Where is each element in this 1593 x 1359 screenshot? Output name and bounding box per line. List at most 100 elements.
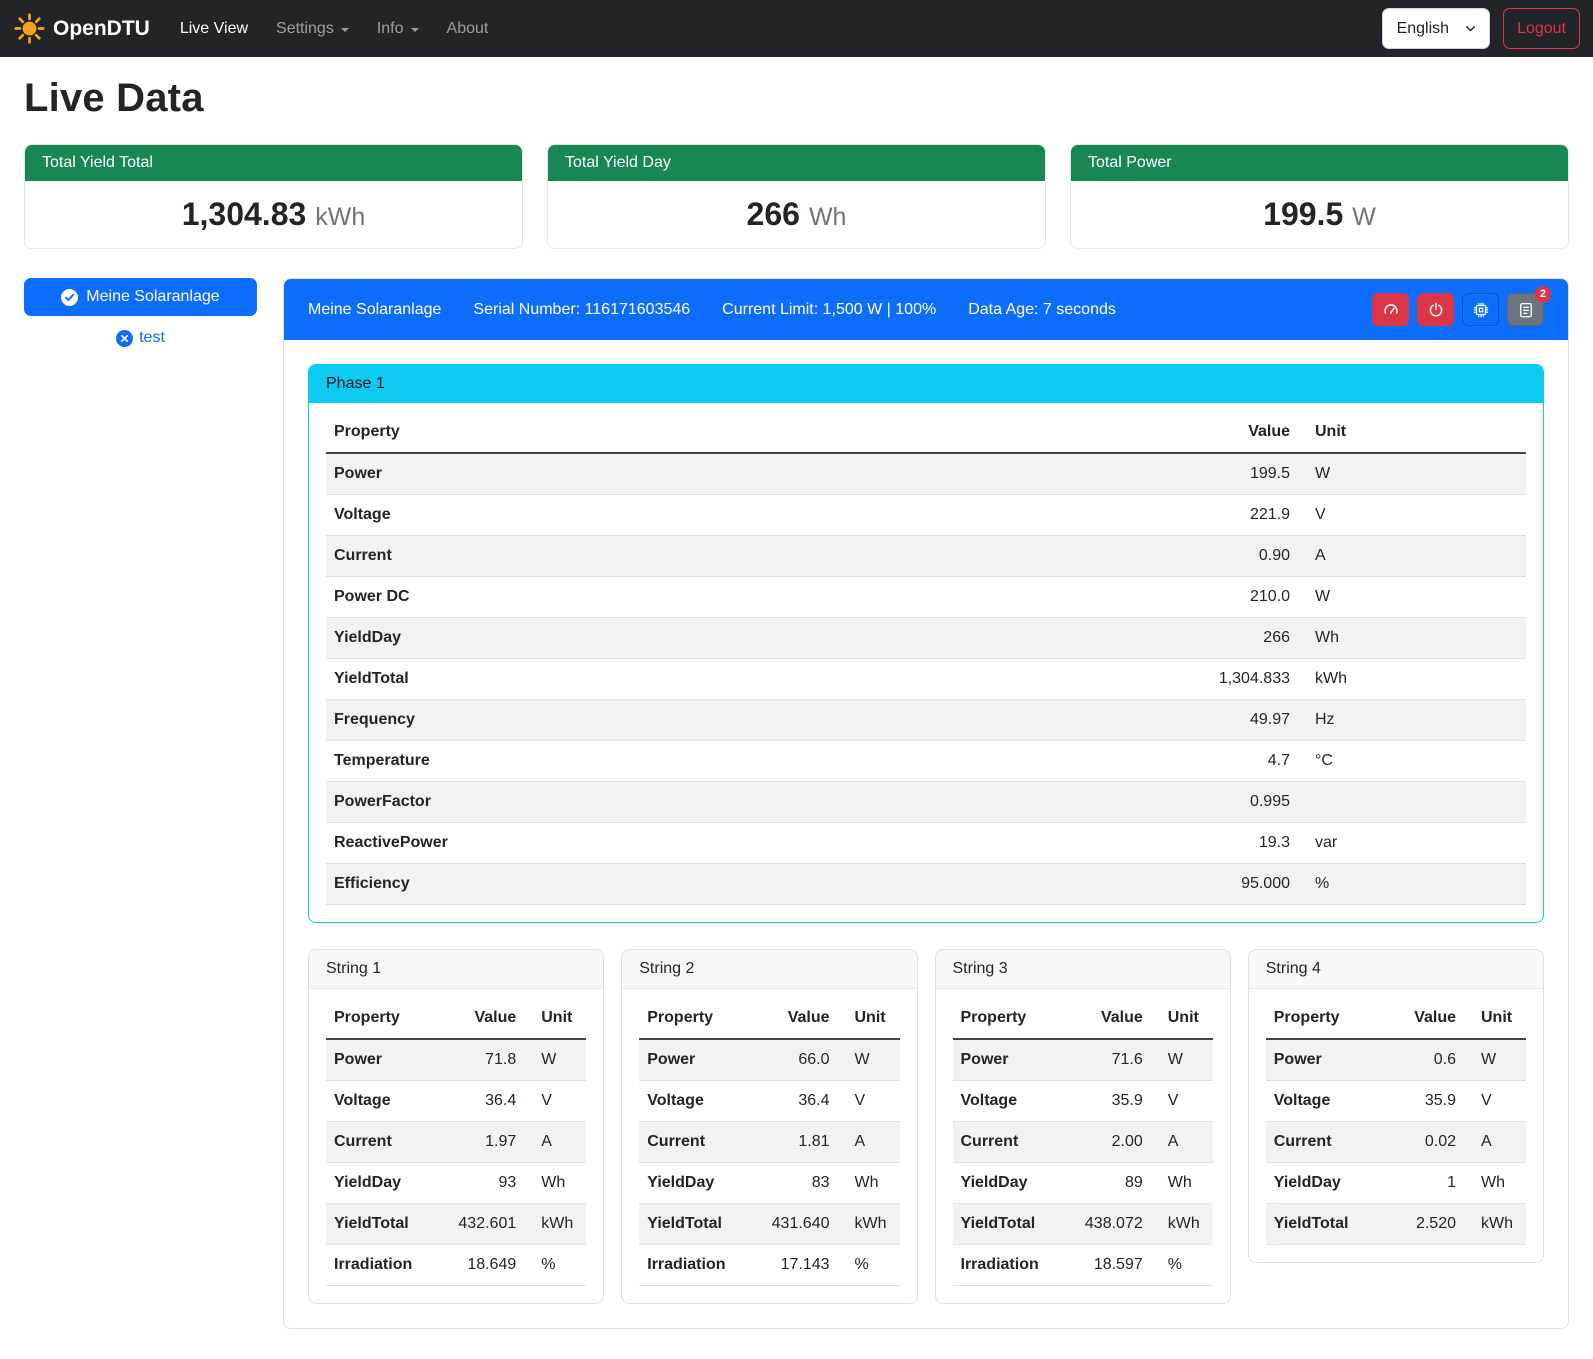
value-cell: 36.4 <box>446 1081 524 1122</box>
inverter-item-selected[interactable]: Meine Solaranlage <box>24 278 257 316</box>
string-table-header-row: Property Value Unit <box>1266 998 1526 1039</box>
event-count-badge: 2 <box>1535 286 1551 303</box>
string-2-body: Property Value Unit Power <box>622 989 916 1303</box>
unit-cell: kWh <box>1151 1204 1213 1245</box>
phase-card: Phase 1 Property Value Unit <box>308 364 1544 923</box>
property-cell: Frequency <box>326 700 1168 741</box>
nav-item-live-view[interactable]: Live View <box>166 12 262 46</box>
value-cell: 221.9 <box>1168 495 1298 536</box>
phase-table-row: YieldTotal 1,304.833 kWh <box>326 659 1526 700</box>
content-row: Meine Solaranlage test Meine Solaranlage… <box>24 278 1569 1359</box>
string-col-property: Property <box>953 998 1073 1039</box>
unit-cell <box>1298 782 1526 823</box>
string-table-header-row: Property Value Unit <box>639 998 899 1039</box>
string-table-row: YieldTotal 432.601 kWh <box>326 1204 586 1245</box>
phase-card-title: Phase 1 <box>309 365 1543 403</box>
string-col-value: Value <box>1386 998 1464 1039</box>
string-table-header-row: Property Value Unit <box>326 998 586 1039</box>
inverter-limit: Current Limit: 1,500 W | 100% <box>722 301 936 319</box>
navbar: OpenDTU Live View Settings Info About En… <box>0 0 1593 57</box>
property-cell: Voltage <box>326 495 1168 536</box>
string-2-title: String 2 <box>622 950 916 989</box>
phase-table-header-row: Property Value Unit <box>326 412 1526 453</box>
string-col-unit: Unit <box>524 998 586 1039</box>
property-cell: Current <box>953 1122 1073 1163</box>
string-table-row: Current 1.81 A <box>639 1122 899 1163</box>
total-power-unit: W <box>1352 203 1376 231</box>
unit-cell: kWh <box>524 1204 586 1245</box>
logout-button[interactable]: Logout <box>1503 8 1580 49</box>
property-cell: Current <box>326 1122 446 1163</box>
string-3-body: Property Value Unit Power <box>936 989 1230 1303</box>
property-cell: Current <box>326 536 1168 577</box>
unit-cell: kWh <box>838 1204 900 1245</box>
string-table-row: Power 71.6 W <box>953 1039 1213 1081</box>
property-cell: ReactivePower <box>326 823 1168 864</box>
string-4-table: Property Value Unit Power <box>1266 998 1526 1245</box>
unit-cell: W <box>1151 1039 1213 1081</box>
inverter-item-test[interactable]: test <box>24 329 257 347</box>
card-total-yield-total: Total Yield Total 1,304.83kWh <box>24 144 523 249</box>
string-1-title: String 1 <box>309 950 603 989</box>
value-cell: 210.0 <box>1168 577 1298 618</box>
property-cell: Efficiency <box>326 864 1168 905</box>
brand-label: OpenDTU <box>53 17 150 41</box>
nav-item-settings[interactable]: Settings <box>262 12 363 46</box>
power-toggle-button[interactable] <box>1417 293 1454 326</box>
nav-item-about[interactable]: About <box>433 12 503 46</box>
unit-cell: % <box>524 1245 586 1286</box>
unit-cell: kWh <box>1464 1204 1526 1245</box>
property-cell: Power <box>639 1039 759 1081</box>
property-cell: YieldDay <box>639 1163 759 1204</box>
unit-cell: % <box>1151 1245 1213 1286</box>
total-yield-total-value: 1,304.83 <box>182 196 307 232</box>
string-table-row: Voltage 36.4 V <box>639 1081 899 1122</box>
nav-settings-label: Settings <box>276 20 334 38</box>
device-info-button[interactable] <box>1462 293 1499 326</box>
brand[interactable]: OpenDTU <box>13 12 150 45</box>
phase-table-row: YieldDay 266 Wh <box>326 618 1526 659</box>
value-cell: 18.597 <box>1073 1245 1151 1286</box>
property-cell: Power <box>953 1039 1073 1081</box>
unit-cell: Wh <box>838 1163 900 1204</box>
property-cell: YieldTotal <box>326 1204 446 1245</box>
page-title: Live Data <box>24 76 1569 121</box>
event-log-button[interactable]: 2 <box>1507 293 1544 326</box>
inverter-card-body: Phase 1 Property Value Unit <box>284 340 1568 1328</box>
unit-cell: V <box>1464 1081 1526 1122</box>
string-table-row: YieldDay 93 Wh <box>326 1163 586 1204</box>
unit-cell: W <box>1298 577 1526 618</box>
language-select[interactable]: English <box>1382 8 1490 49</box>
property-cell: Irradiation <box>639 1245 759 1286</box>
inverter-name: Meine Solaranlage <box>308 301 441 319</box>
string-table-row: Voltage 36.4 V <box>326 1081 586 1122</box>
string-2-card: String 2 Property Value Unit <box>621 949 917 1304</box>
limit-settings-button[interactable] <box>1372 293 1409 326</box>
property-cell: Current <box>639 1122 759 1163</box>
nav-item-info[interactable]: Info <box>363 12 433 46</box>
value-cell: 4.7 <box>1168 741 1298 782</box>
string-col-value: Value <box>1073 998 1151 1039</box>
value-cell: 199.5 <box>1168 453 1298 495</box>
property-cell: Irradiation <box>326 1245 446 1286</box>
language-select-value: English <box>1397 20 1449 38</box>
property-cell: Power <box>326 453 1168 495</box>
journal-icon <box>1517 301 1535 319</box>
value-cell: 36.4 <box>760 1081 838 1122</box>
property-cell: YieldDay <box>953 1163 1073 1204</box>
unit-cell: % <box>1298 864 1526 905</box>
string-4-card: String 4 Property Value Unit <box>1248 949 1544 1263</box>
property-cell: Voltage <box>639 1081 759 1122</box>
phase-table-row: PowerFactor 0.995 <box>326 782 1526 823</box>
x-circle-icon <box>116 330 133 347</box>
card-total-power-header: Total Power <box>1071 145 1568 181</box>
string-3-title: String 3 <box>936 950 1230 989</box>
property-cell: Voltage <box>326 1081 446 1122</box>
inverter-actions: 2 <box>1372 293 1544 326</box>
property-cell: YieldTotal <box>639 1204 759 1245</box>
total-power-value: 199.5 <box>1263 196 1343 232</box>
string-table-row: Power 66.0 W <box>639 1039 899 1081</box>
string-col-unit: Unit <box>1464 998 1526 1039</box>
chevron-down-icon <box>1464 22 1477 35</box>
string-table-row: Irradiation 18.597 % <box>953 1245 1213 1286</box>
